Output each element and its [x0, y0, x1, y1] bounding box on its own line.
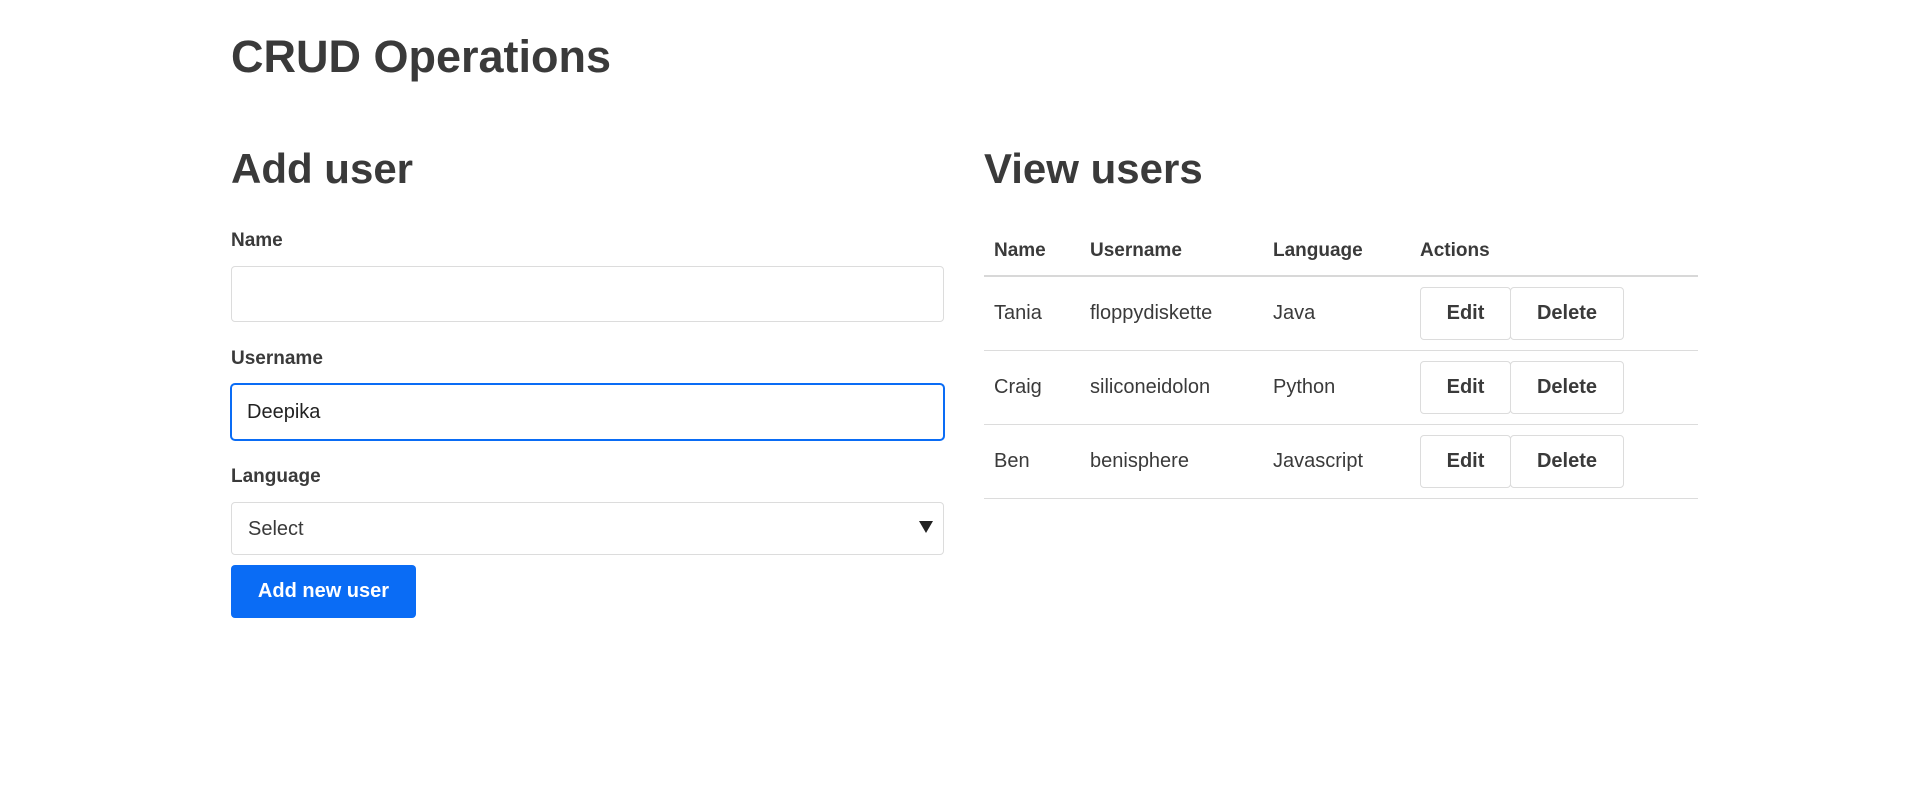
language-select[interactable]: Select [231, 502, 944, 555]
cell-language: Javascript [1263, 424, 1410, 499]
name-label: Name [231, 230, 283, 251]
cell-username: benisphere [1080, 424, 1263, 499]
delete-button[interactable]: Delete [1510, 286, 1624, 340]
edit-button[interactable]: Edit [1420, 434, 1511, 488]
edit-button[interactable]: Edit [1420, 286, 1511, 340]
add-new-user-button[interactable]: Add new user [231, 565, 416, 618]
cell-actions: Edit Delete [1410, 350, 1698, 425]
view-users-title: View users [984, 145, 1203, 192]
cell-name: Craig [984, 350, 1080, 425]
cell-actions: Edit Delete [1410, 424, 1698, 499]
cell-actions: Edit Delete [1410, 276, 1698, 351]
username-input[interactable] [231, 384, 944, 440]
table-header-row: Name Username Language Actions [984, 226, 1698, 277]
delete-button[interactable]: Delete [1510, 360, 1624, 414]
name-input[interactable] [231, 266, 944, 322]
cell-username: floppydiskette [1080, 276, 1263, 351]
cell-language: Java [1263, 276, 1410, 351]
column-header-language: Language [1263, 226, 1410, 277]
cell-name: Tania [984, 276, 1080, 351]
users-table: Name Username Language Actions Tania flo… [984, 226, 1698, 499]
table-row: Tania floppydiskette Java Edit Delete [984, 276, 1698, 351]
cell-name: Ben [984, 424, 1080, 499]
language-select-value: Select [248, 518, 304, 540]
delete-button[interactable]: Delete [1510, 434, 1624, 488]
language-label: Language [231, 466, 321, 487]
table-row: Ben benisphere Javascript Edit Delete [984, 424, 1698, 499]
column-header-username: Username [1080, 226, 1263, 277]
column-header-name: Name [984, 226, 1080, 277]
cell-username: siliconeidolon [1080, 350, 1263, 425]
edit-button[interactable]: Edit [1420, 360, 1511, 414]
username-label: Username [231, 348, 323, 369]
column-header-actions: Actions [1410, 226, 1698, 277]
page-title: CRUD Operations [231, 31, 612, 82]
cell-language: Python [1263, 350, 1410, 425]
caret-down-icon [919, 521, 933, 533]
table-row: Craig siliconeidolon Python Edit Delete [984, 350, 1698, 425]
add-user-title: Add user [231, 145, 414, 192]
page: CRUD Operations Add user Name Username L… [0, 0, 1920, 799]
